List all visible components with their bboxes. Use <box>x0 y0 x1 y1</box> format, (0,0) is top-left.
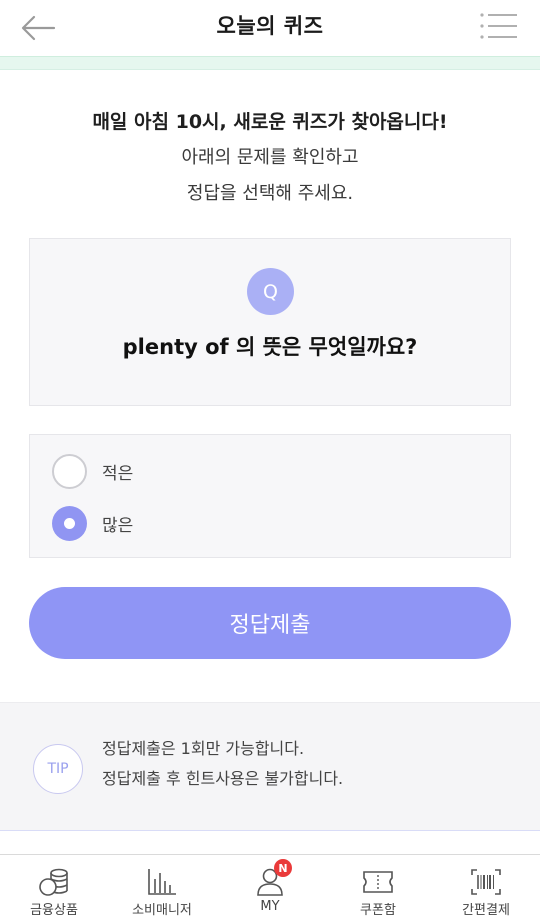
tip-section: TIP 정답제출은 1회만 가능합니다. 정답제출 후 힌트사용은 불가합니다. <box>0 702 540 830</box>
submit-answer-button[interactable]: 정답제출 <box>29 587 511 659</box>
divider <box>0 830 540 831</box>
question-card: Q plenty of 의 뜻은 무엇일까요? <box>29 238 511 406</box>
answer-option-1[interactable]: 적은 <box>52 453 133 489</box>
tip-line-2: 정답제출 후 힌트사용은 불가합니다. <box>102 769 344 788</box>
new-badge: N <box>274 859 292 877</box>
bottom-navigation: 금융상품 소비매니저 N MY 쿠폰함 간편결제 <box>0 854 540 923</box>
answer-option-label: 많은 <box>102 515 134 536</box>
app-header: 오늘의 퀴즈 <box>0 0 540 56</box>
menu-button[interactable] <box>480 12 518 40</box>
question-text: plenty of 의 뜻은 무엇일까요? <box>122 335 418 359</box>
answer-option-2[interactable]: 많은 <box>52 505 133 541</box>
nav-label: MY <box>260 899 280 914</box>
intro-line-1: 아래의 문제를 확인하고 <box>181 147 359 168</box>
coins-icon <box>39 868 68 896</box>
nav-item-my[interactable]: N MY <box>216 855 324 923</box>
header-accent-strip <box>0 56 540 70</box>
tip-badge: TIP <box>33 744 83 794</box>
radio-button-checked[interactable] <box>52 505 87 541</box>
answer-option-label: 적은 <box>102 463 134 484</box>
nav-item-easy-pay[interactable]: 간편결제 <box>432 855 540 923</box>
tip-text: 정답제출은 1회만 가능합니다. 정답제출 후 힌트사용은 불가합니다. <box>102 734 343 794</box>
hamburger-menu-icon <box>480 13 517 39</box>
nav-item-financial-products[interactable]: 금융상품 <box>0 855 108 923</box>
nav-label: 쿠폰함 <box>360 903 396 918</box>
nav-label: 금융상품 <box>30 903 78 918</box>
nav-label: 간편결제 <box>462 903 510 918</box>
nav-item-coupons[interactable]: 쿠폰함 <box>324 855 432 923</box>
question-badge: Q <box>247 268 294 315</box>
answer-options: 적은 많은 <box>29 434 511 558</box>
tip-line-1: 정답제출은 1회만 가능합니다. <box>102 739 305 758</box>
intro-line-2: 정답을 선택해 주세요. <box>186 183 354 204</box>
page-title: 오늘의 퀴즈 <box>216 14 324 38</box>
barcode-icon <box>471 869 501 895</box>
radio-button-unchecked[interactable] <box>52 453 87 489</box>
intro-headline: 매일 아침 10시, 새로운 퀴즈가 찾아옵니다! <box>92 111 448 133</box>
nav-item-spending-manager[interactable]: 소비매니저 <box>108 855 216 923</box>
bar-chart-icon <box>148 869 176 895</box>
ticket-icon <box>363 871 393 893</box>
intro-text: 매일 아침 10시, 새로운 퀴즈가 찾아옵니다! 아래의 문제를 확인하고 정… <box>0 104 540 212</box>
nav-label: 소비매니저 <box>132 903 192 918</box>
